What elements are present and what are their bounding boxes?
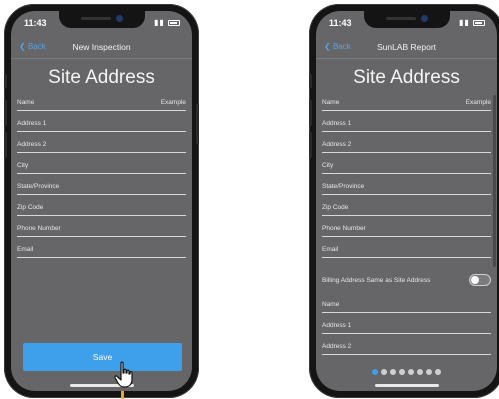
nav-title: New Inspection	[72, 42, 131, 52]
hand-cursor-icon	[114, 361, 133, 388]
field-value: Example	[160, 99, 186, 106]
scrollbar[interactable]	[493, 95, 496, 267]
state-field[interactable]: State/Province	[322, 175, 491, 195]
email-field[interactable]: Email	[17, 238, 186, 258]
page-dot[interactable]	[390, 369, 396, 375]
field-label: City	[322, 162, 334, 169]
volume-down-button	[4, 132, 7, 158]
phone-field[interactable]: Phone Number	[17, 217, 186, 237]
toggle-knob	[471, 276, 479, 284]
page-title: Site Address	[353, 67, 460, 88]
nav-bar: ❮ Back New Inspection	[11, 35, 192, 59]
billing-name-field[interactable]: Name	[322, 293, 491, 313]
volume-up-button	[309, 100, 312, 126]
name-field[interactable]: Name Example	[322, 91, 491, 111]
page-title: Site Address	[48, 67, 155, 88]
field-label: State/Province	[322, 183, 365, 190]
power-button	[196, 104, 199, 144]
phone-field[interactable]: Phone Number	[322, 217, 491, 237]
home-indicator	[374, 384, 439, 387]
signal-icon: ▮▮	[458, 18, 470, 27]
field-label: Address 1	[322, 120, 352, 127]
field-label: Address 1	[17, 120, 47, 127]
billing-same-row: Billing Address Same as Site Address	[322, 271, 491, 291]
phone-new-inspection: 11:43 ▮▮ ❮ Back New Inspection Site Addr…	[4, 4, 199, 398]
screen: 11:43 ▮▮ ❮ Back SunLAB Report Site Addre…	[316, 11, 497, 391]
city-field[interactable]: City	[17, 154, 186, 174]
notch	[363, 11, 450, 28]
field-label: Email	[17, 246, 34, 253]
address2-field[interactable]: Address 2	[322, 133, 491, 153]
name-field[interactable]: Name Example	[17, 91, 186, 111]
field-label: Name	[322, 99, 340, 106]
field-label: Zip Code	[322, 204, 349, 211]
phone-sunlab-report: 11:43 ▮▮ ❮ Back SunLAB Report Site Addre…	[309, 4, 499, 398]
billing-same-label: Billing Address Same as Site Address	[322, 277, 431, 284]
city-field[interactable]: City	[322, 154, 491, 174]
speaker	[385, 17, 416, 20]
battery-icon	[168, 19, 180, 26]
field-label: Zip Code	[17, 204, 44, 211]
nav-bar: ❮ Back SunLAB Report	[316, 35, 497, 59]
page-dot[interactable]	[426, 369, 432, 375]
email-field[interactable]: Email	[322, 238, 491, 258]
zip-field[interactable]: Zip Code	[322, 196, 491, 216]
field-label: Address 2	[17, 141, 47, 148]
field-label: Email	[322, 246, 339, 253]
volume-down-button	[309, 132, 312, 158]
field-label: Phone Number	[322, 225, 366, 232]
save-button[interactable]: Save	[23, 343, 182, 371]
field-label: Address 1	[322, 322, 352, 329]
front-camera	[115, 15, 123, 22]
page-dot[interactable]	[408, 369, 414, 375]
field-label: Phone Number	[17, 225, 61, 232]
field-value: Example	[465, 99, 491, 106]
system-icons: ▮▮	[459, 18, 485, 27]
speaker	[80, 17, 111, 20]
field-label: Address 2	[322, 141, 352, 148]
state-field[interactable]: State/Province	[17, 175, 186, 195]
status-time: 11:43	[329, 18, 352, 28]
field-label: Name	[322, 301, 340, 308]
screen: 11:43 ▮▮ ❮ Back New Inspection Site Addr…	[11, 11, 192, 391]
address2-field[interactable]: Address 2	[17, 133, 186, 153]
page-dot[interactable]	[417, 369, 423, 375]
nav-title: SunLAB Report	[376, 42, 437, 52]
status-time: 11:43	[24, 18, 47, 28]
page-indicator[interactable]	[316, 369, 497, 375]
status-bar: 11:43 ▮▮	[11, 11, 192, 33]
mute-switch	[309, 74, 312, 88]
volume-up-button	[4, 100, 7, 126]
page-dot[interactable]	[435, 369, 441, 375]
address1-field[interactable]: Address 1	[322, 112, 491, 132]
front-camera	[420, 15, 428, 22]
billing-address2-field[interactable]: Address 2	[322, 335, 491, 355]
field-label: Address 2	[322, 343, 352, 350]
battery-icon	[473, 19, 485, 26]
zip-field[interactable]: Zip Code	[17, 196, 186, 216]
field-label: Name	[17, 99, 35, 106]
billing-address1-field[interactable]: Address 1	[322, 314, 491, 334]
page-dot[interactable]	[381, 369, 387, 375]
system-icons: ▮▮	[154, 18, 180, 27]
field-label: State/Province	[17, 183, 60, 190]
page-dot-active[interactable]	[372, 369, 378, 375]
status-bar: 11:43 ▮▮	[316, 11, 497, 33]
cursor-marker	[121, 391, 124, 399]
address1-field[interactable]: Address 1	[17, 112, 186, 132]
mute-switch	[4, 74, 7, 88]
billing-same-toggle[interactable]	[469, 274, 491, 286]
signal-icon: ▮▮	[153, 18, 165, 27]
notch	[58, 11, 145, 28]
field-label: City	[17, 162, 29, 169]
page-dot[interactable]	[399, 369, 405, 375]
